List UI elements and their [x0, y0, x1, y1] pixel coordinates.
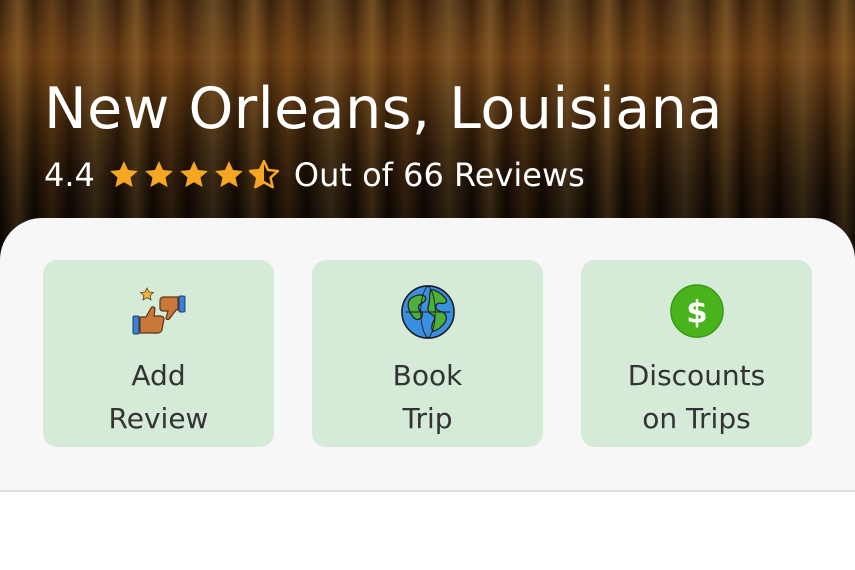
discounts-button[interactable]: $ Discounts on Trips: [581, 260, 812, 447]
half-star-icon: [248, 159, 280, 189]
rating-row: 4.4 Out of 66 Reviews: [44, 154, 585, 196]
add-review-button[interactable]: Add Review: [43, 260, 274, 447]
star-icon: [215, 161, 243, 188]
dollar-coin-icon: $: [669, 284, 725, 340]
rating-value: 4.4: [44, 156, 95, 194]
reviews-count: Out of 66 Reviews: [293, 156, 585, 194]
actions-panel: Add Review Book Trip $ Discounts on Trip…: [0, 218, 855, 492]
svg-text:$: $: [686, 295, 707, 331]
page-title: New Orleans, Louisiana: [44, 76, 723, 142]
star-icon: [145, 161, 173, 188]
add-review-label: Add Review: [108, 359, 209, 435]
globe-icon: [400, 284, 456, 340]
star-icon: [110, 161, 138, 188]
star-icon: [180, 161, 208, 188]
book-trip-label: Book Trip: [392, 359, 463, 435]
book-trip-button[interactable]: Book Trip: [312, 260, 543, 447]
discounts-label: Discounts on Trips: [627, 359, 766, 435]
thumbs-up-down-icon: [131, 284, 187, 340]
star-rating: [107, 158, 282, 192]
